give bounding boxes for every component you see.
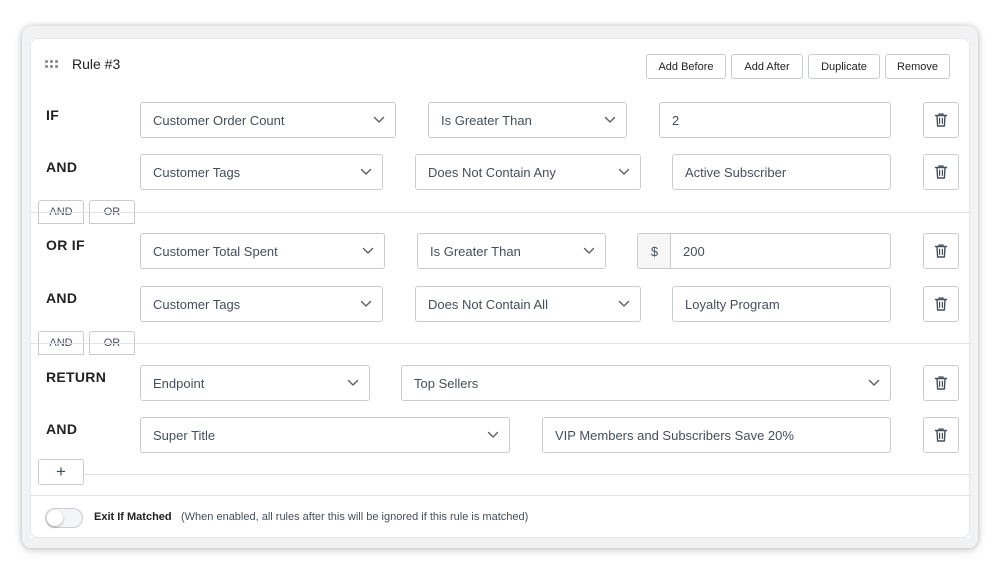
condition-value-input[interactable]: 200 <box>670 233 891 269</box>
chevron-down-icon <box>618 300 630 308</box>
drag-handle-icon[interactable] <box>45 60 59 70</box>
frame-shade-right <box>970 26 978 548</box>
chevron-down-icon <box>868 379 880 387</box>
condition-value-input[interactable]: Active Subscriber <box>672 154 891 190</box>
return-field-select[interactable]: Endpoint <box>140 365 370 401</box>
delete-return-button[interactable] <box>923 365 959 401</box>
exit-if-matched-help: (When enabled, all rules after this will… <box>181 511 529 523</box>
input-value: 2 <box>672 112 680 128</box>
remove-button[interactable]: Remove <box>885 54 950 79</box>
trash-icon <box>934 296 948 312</box>
select-value: Endpoint <box>153 375 205 391</box>
return-keyword: RETURN <box>46 369 107 385</box>
condition-value-input[interactable]: Loyalty Program <box>672 286 891 322</box>
condition-keyword: AND <box>46 290 78 306</box>
group-divider <box>31 343 971 344</box>
select-value: Is Greater Than <box>430 243 521 259</box>
trash-icon <box>934 427 948 443</box>
return-value-input[interactable]: VIP Members and Subscribers Save 20% <box>542 417 891 453</box>
rule-card-frame: Rule #3 Add Before Add After Duplicate R… <box>22 26 978 548</box>
chevron-down-icon <box>583 247 595 255</box>
select-value: Customer Tags <box>153 296 241 312</box>
condition-operator-select[interactable]: Does Not Contain All <box>415 286 641 322</box>
input-value: VIP Members and Subscribers Save 20% <box>555 427 794 443</box>
condition-keyword: AND <box>46 159 78 175</box>
add-after-button[interactable]: Add After <box>731 54 803 79</box>
delete-return-button[interactable] <box>923 417 959 453</box>
trash-icon <box>934 164 948 180</box>
rule-panel: Rule #3 Add Before Add After Duplicate R… <box>30 38 971 539</box>
condition-field-select[interactable]: Customer Tags <box>140 286 383 322</box>
exit-if-matched-toggle[interactable] <box>45 508 83 528</box>
add-before-button[interactable]: Add Before <box>646 54 726 79</box>
return-value-select[interactable]: Top Sellers <box>401 365 891 401</box>
group-divider <box>31 212 971 213</box>
currency-prefix: $ <box>637 233 671 269</box>
select-value: Customer Order Count <box>153 112 285 128</box>
toggle-knob <box>47 510 63 526</box>
select-value: Does Not Contain All <box>428 296 548 312</box>
condition-field-select[interactable]: Customer Tags <box>140 154 383 190</box>
condition-keyword: OR IF <box>46 237 85 253</box>
select-value: Does Not Contain Any <box>428 164 556 180</box>
input-value: 200 <box>683 243 705 259</box>
return-field-select[interactable]: Super Title <box>140 417 510 453</box>
condition-field-select[interactable]: Customer Total Spent <box>140 233 385 269</box>
exit-if-matched-label: Exit If Matched <box>94 511 172 523</box>
frame-shade-bottom <box>22 538 978 548</box>
input-value: Active Subscriber <box>685 164 787 180</box>
chevron-down-icon <box>373 116 385 124</box>
trash-icon <box>934 112 948 128</box>
duplicate-button[interactable]: Duplicate <box>808 54 880 79</box>
select-value: Super Title <box>153 427 216 443</box>
frame-shade-left <box>22 26 30 548</box>
chevron-down-icon <box>362 247 374 255</box>
chevron-down-icon <box>360 300 372 308</box>
trash-icon <box>934 375 948 391</box>
delete-condition-button[interactable] <box>923 286 959 322</box>
condition-operator-select[interactable]: Does Not Contain Any <box>415 154 641 190</box>
rule-footer: Exit If Matched (When enabled, all rules… <box>31 495 971 539</box>
delete-condition-button[interactable] <box>923 102 959 138</box>
delete-condition-button[interactable] <box>923 154 959 190</box>
chevron-down-icon <box>347 379 359 387</box>
chevron-down-icon <box>604 116 616 124</box>
condition-keyword: IF <box>46 107 60 123</box>
select-value: Customer Total Spent <box>153 243 278 259</box>
trash-icon <box>934 243 948 259</box>
condition-value-input[interactable]: 2 <box>659 102 891 138</box>
delete-condition-button[interactable] <box>923 233 959 269</box>
condition-operator-select[interactable]: Is Greater Than <box>428 102 627 138</box>
add-return-row-button[interactable]: + <box>38 459 84 485</box>
select-value: Is Greater Than <box>441 112 532 128</box>
chevron-down-icon <box>360 168 372 176</box>
condition-operator-select[interactable]: Is Greater Than <box>417 233 606 269</box>
input-value: Loyalty Program <box>685 296 780 312</box>
rule-title: Rule #3 <box>72 56 121 72</box>
select-value: Top Sellers <box>414 375 479 391</box>
condition-field-select[interactable]: Customer Order Count <box>140 102 396 138</box>
select-value: Customer Tags <box>153 164 241 180</box>
return-divider <box>84 474 971 475</box>
chevron-down-icon <box>618 168 630 176</box>
return-keyword: AND <box>46 421 78 437</box>
chevron-down-icon <box>487 431 499 439</box>
